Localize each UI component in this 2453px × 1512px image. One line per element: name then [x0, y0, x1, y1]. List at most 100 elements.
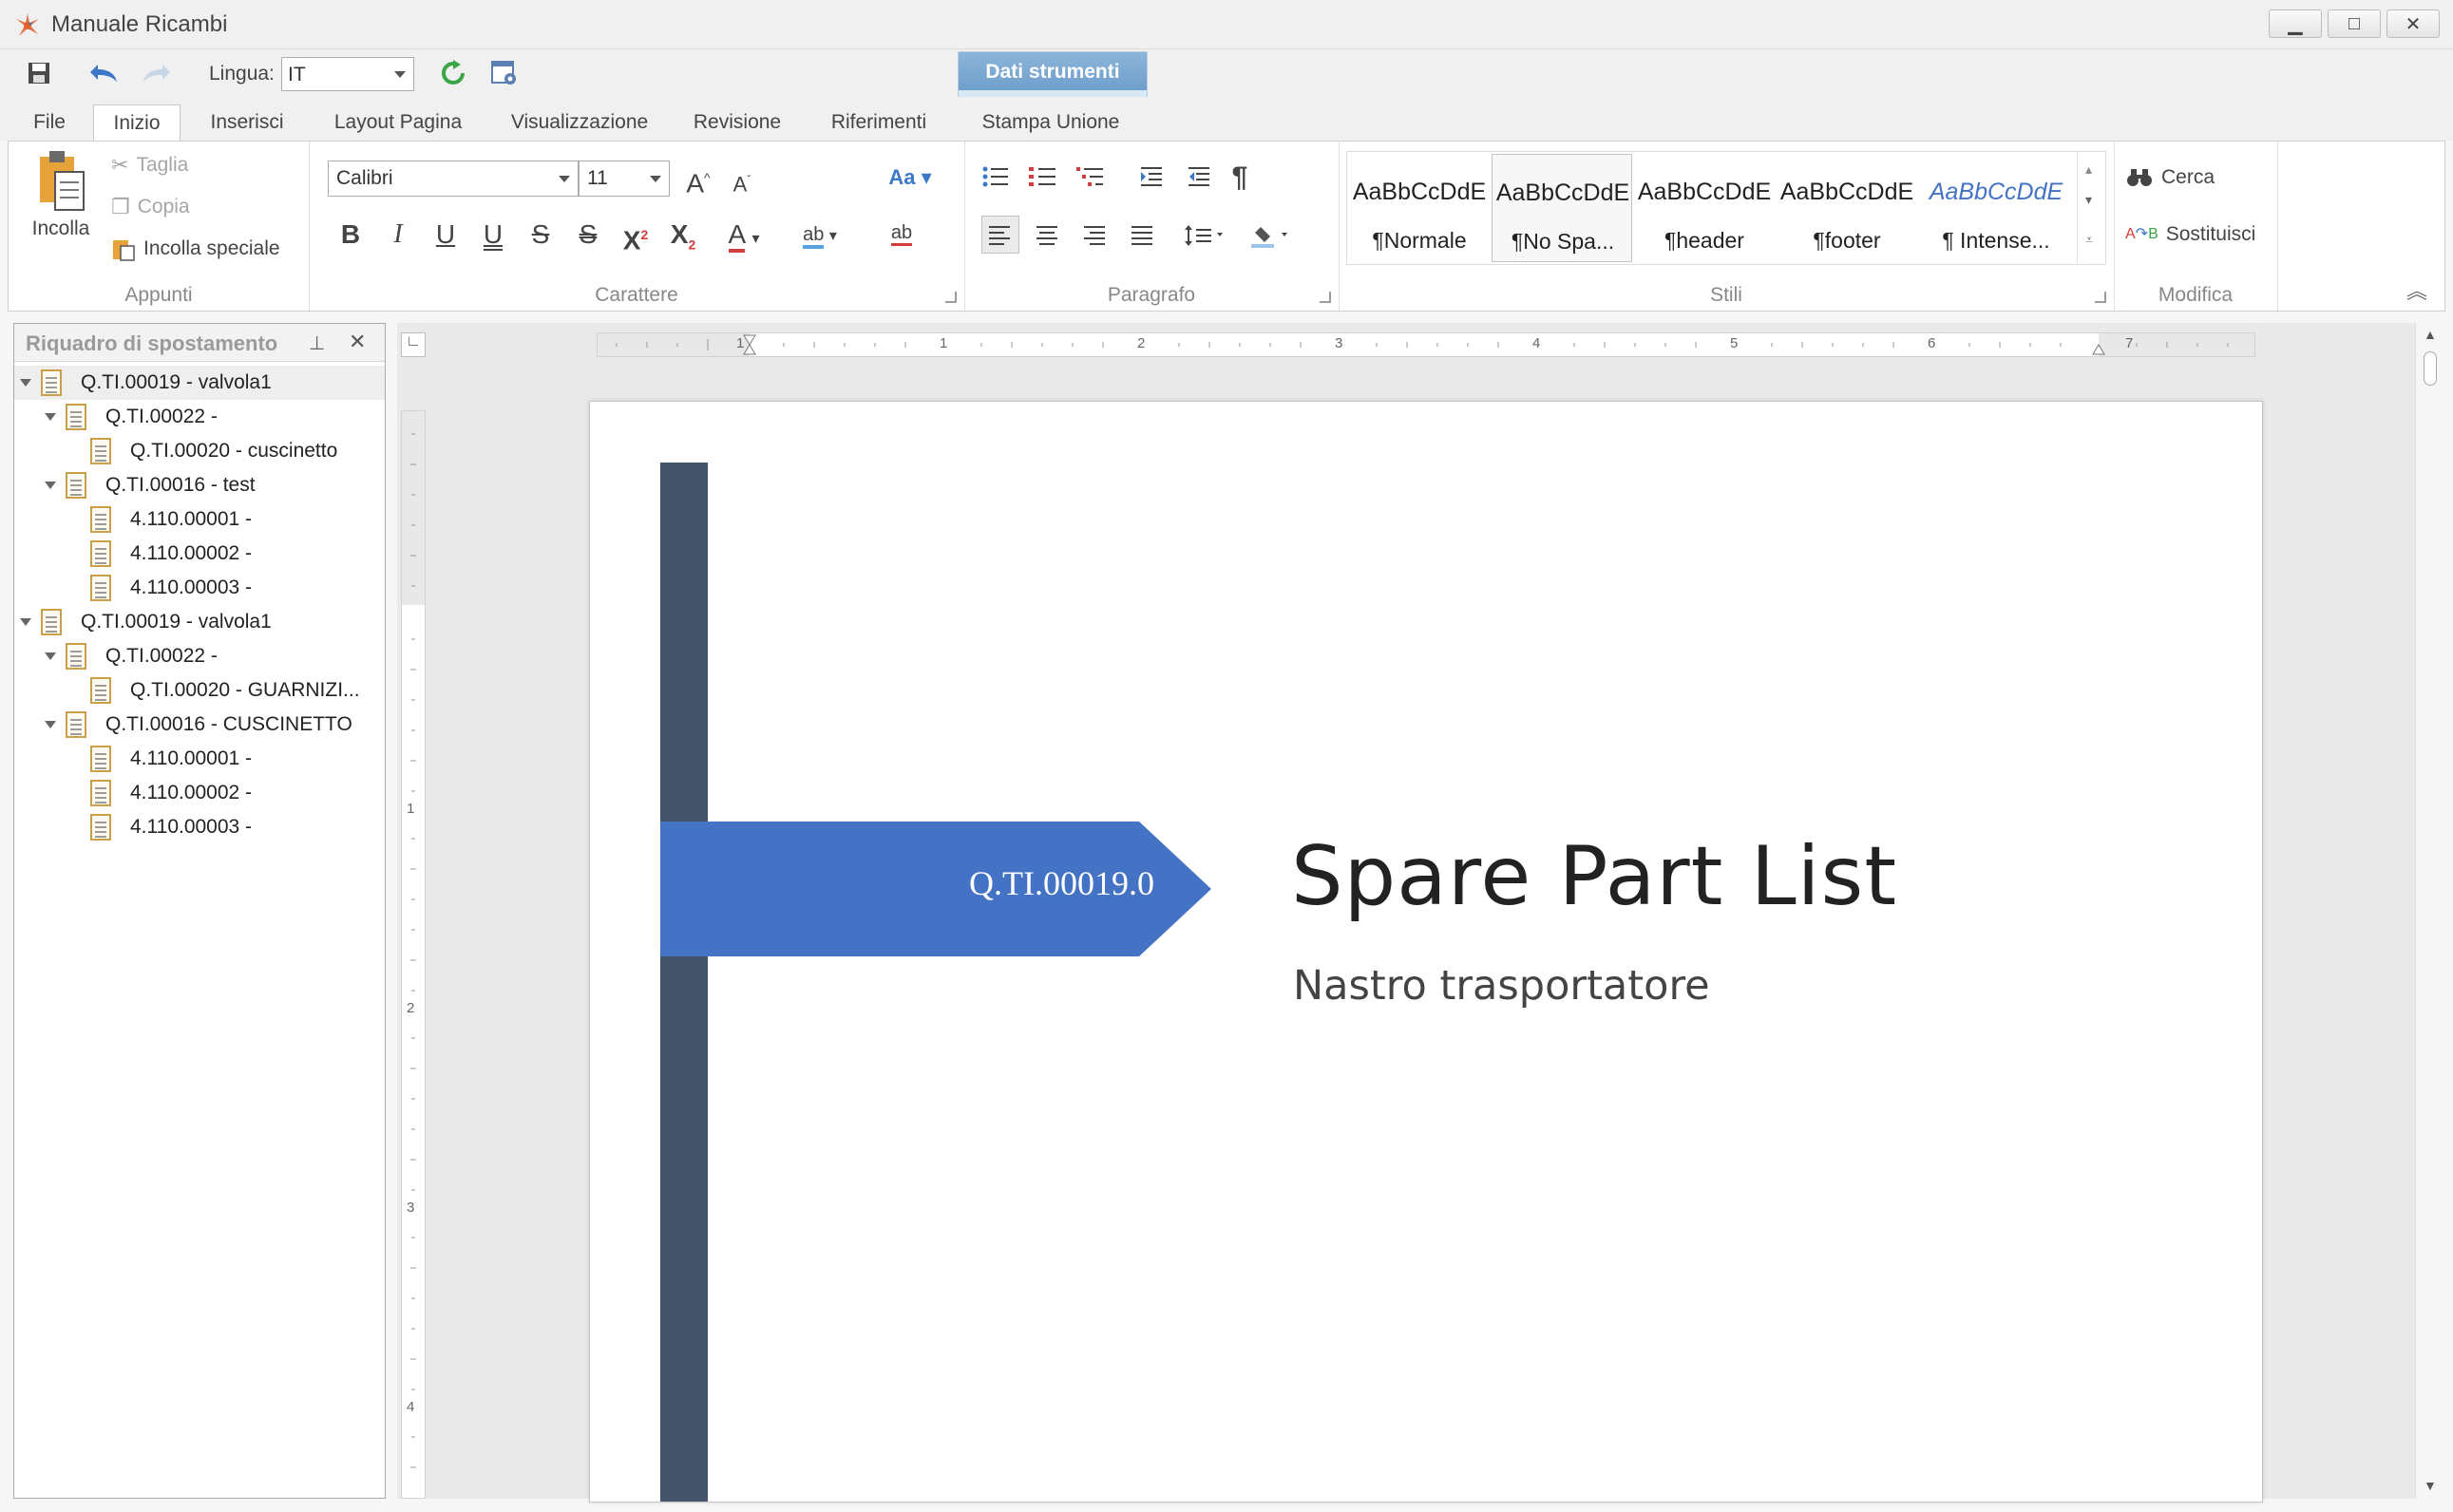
tab-inizio[interactable]: Inizio	[93, 104, 181, 141]
tree-item[interactable]: 4.110.00001 -	[14, 502, 385, 537]
expand-toggle-icon[interactable]	[20, 618, 31, 626]
replace-button[interactable]: A↷B Sostituisci	[2125, 223, 2255, 246]
tree-item[interactable]: Q.TI.00019 - valvola1	[14, 366, 385, 400]
tree-item[interactable]: Q.TI.00016 - CUSCINETTO	[14, 708, 385, 742]
cover-sidebar	[660, 463, 708, 1502]
document-title: Spare Part List	[1291, 829, 1898, 924]
style-no-spacing[interactable]: AaBbCcDdE ¶No Spa...	[1492, 154, 1632, 262]
settings-icon[interactable]	[488, 57, 521, 89]
styles-gallery-scroll[interactable]: ▴ ▾ ⩡	[2077, 152, 2105, 264]
undo-icon[interactable]	[87, 57, 120, 89]
document-icon	[90, 677, 111, 704]
eraser-icon: ab	[890, 222, 913, 246]
tab-stampa-unione[interactable]: Stampa Unione	[969, 104, 1132, 141]
subscript-button[interactable]: X2	[664, 216, 702, 254]
chevron-up-icon[interactable]: ▴	[2085, 161, 2092, 178]
tab-riferimenti[interactable]: Riferimenti	[813, 104, 944, 141]
expand-toggle-icon[interactable]	[45, 482, 56, 489]
style-intense[interactable]: AaBbCcDdE ¶ Intense...	[1919, 154, 2073, 262]
tab-file[interactable]: File	[15, 104, 84, 141]
language-select[interactable]: IT	[281, 57, 414, 91]
tab-revisione[interactable]: Revisione	[680, 104, 794, 141]
font-color-icon: A	[728, 219, 745, 253]
style-footer[interactable]: AaBbCcDdE ¶footer	[1777, 154, 1917, 262]
tab-stop-selector[interactable]: ∟	[401, 332, 426, 357]
shrink-font-button[interactable]: Aˇ	[723, 161, 761, 198]
scissors-icon: ✂	[111, 153, 129, 177]
highlight-button[interactable]: ab ▾	[789, 216, 850, 254]
copy-button[interactable]: ❐ Copia	[111, 195, 190, 219]
gallery-more-icon[interactable]: ⩡	[2085, 232, 2093, 248]
minimize-button[interactable]: ▁	[2269, 9, 2322, 38]
bold-button[interactable]: B	[332, 216, 370, 254]
double-strikethrough-button[interactable]: S	[569, 216, 607, 254]
styles-dialog-launcher-icon[interactable]	[2095, 292, 2106, 303]
document-icon	[90, 438, 111, 464]
document-page[interactable]: Q.TI.00019.0 Spare Part List Nastro tras…	[589, 401, 2263, 1503]
tree-item-label: Q.TI.00016 - test	[105, 474, 256, 496]
save-icon[interactable]	[23, 57, 55, 89]
style-sample: AaBbCcDdE	[1779, 179, 1914, 205]
redo-icon[interactable]	[141, 57, 173, 89]
show-formatting-button[interactable]: ¶	[1221, 159, 1259, 197]
superscript-button[interactable]: X2	[617, 216, 655, 255]
change-case-button[interactable]: Aa ▾	[879, 159, 941, 197]
grow-font-icon: A	[686, 168, 705, 198]
scroll-thumb[interactable]	[2424, 351, 2437, 386]
cut-button[interactable]: ✂ Taglia	[111, 153, 188, 178]
scroll-down-icon[interactable]: ▼	[2424, 1478, 2437, 1493]
vertical-ruler[interactable]: 1 2 3 4	[401, 410, 426, 1499]
font-color-button[interactable]: A ▾	[715, 216, 772, 254]
clear-format-button[interactable]: ab	[883, 214, 921, 252]
underline-button[interactable]: U	[427, 216, 465, 254]
tab-visualizzazione[interactable]: Visualizzazione	[496, 104, 663, 141]
paste-special-button[interactable]: Incolla speciale	[111, 236, 280, 261]
paragraph-dialog-launcher-icon[interactable]	[1320, 292, 1331, 303]
tree-item[interactable]: Q.TI.00022 -	[14, 639, 385, 673]
style-normale[interactable]: AaBbCcDdE ¶Normale	[1349, 154, 1490, 262]
font-family-select[interactable]: Calibri	[328, 161, 579, 197]
pin-icon[interactable]: ⊥	[309, 331, 325, 355]
tree-item[interactable]: Q.TI.00016 - test	[14, 468, 385, 502]
tab-layout-pagina[interactable]: Layout Pagina	[319, 104, 477, 141]
horizontal-ruler[interactable]: 1 1 2 3 4 5 6 7	[597, 332, 2255, 357]
banner-code: Q.TI.00019.0	[969, 864, 1154, 902]
tree-item[interactable]: 4.110.00003 -	[14, 571, 385, 605]
ruler-label: 2	[1137, 335, 1146, 351]
chevron-down-icon[interactable]: ▾	[2085, 192, 2092, 208]
navigation-pane: Riquadro di spostamento ⊥ ✕ Q.TI.00019 -…	[13, 323, 386, 1499]
expand-toggle-icon[interactable]	[45, 413, 56, 421]
close-pane-icon[interactable]: ✕	[349, 330, 366, 354]
double-underline-button[interactable]: U	[474, 216, 512, 254]
expand-toggle-icon[interactable]	[45, 652, 56, 660]
tree-item[interactable]: Q.TI.00020 - GUARNIZI...	[14, 673, 385, 708]
font-family-value: Calibri	[336, 167, 393, 189]
tree-item[interactable]: Q.TI.00019 - valvola1	[14, 605, 385, 639]
font-dialog-launcher-icon[interactable]	[945, 292, 957, 303]
maximize-button[interactable]: □	[2328, 9, 2381, 38]
italic-button[interactable]: I	[379, 216, 417, 254]
vertical-scrollbar[interactable]: ▲ ▼	[2415, 323, 2445, 1499]
expand-toggle-icon[interactable]	[20, 379, 31, 387]
scroll-up-icon[interactable]: ▲	[2424, 327, 2437, 342]
refresh-icon[interactable]	[437, 57, 469, 89]
style-sample: AaBbCcDdE	[1352, 179, 1487, 205]
expand-toggle-icon[interactable]	[45, 721, 56, 728]
find-button[interactable]: Cerca	[2125, 166, 2215, 189]
tree-item[interactable]: Q.TI.00020 - cuscinetto	[14, 434, 385, 468]
tree-item[interactable]: 4.110.00003 -	[14, 810, 385, 844]
font-size-select[interactable]: 11	[579, 161, 670, 197]
tree-item[interactable]: Q.TI.00022 -	[14, 400, 385, 434]
tree-item[interactable]: 4.110.00002 -	[14, 537, 385, 571]
tab-inserisci[interactable]: Inserisci	[196, 104, 298, 141]
style-header[interactable]: AaBbCcDdE ¶header	[1634, 154, 1775, 262]
strikethrough-button[interactable]: S	[522, 216, 560, 254]
tree-item[interactable]: 4.110.00002 -	[14, 776, 385, 810]
find-label: Cerca	[2161, 166, 2215, 188]
tree-item[interactable]: 4.110.00001 -	[14, 742, 385, 776]
grow-font-button[interactable]: A^	[679, 159, 717, 198]
paste-button[interactable]: Incolla	[22, 149, 100, 240]
document-subtitle: Nastro trasportatore	[1293, 962, 1710, 1010]
collapse-ribbon-icon[interactable]: ︽	[2406, 274, 2427, 305]
close-button[interactable]: ✕	[2386, 9, 2440, 38]
